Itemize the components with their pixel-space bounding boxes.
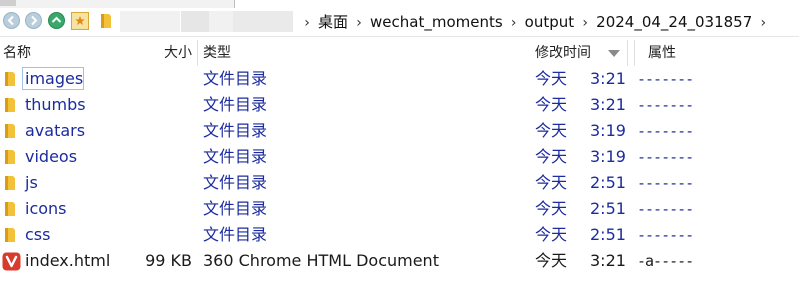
column-header-size[interactable]: 大小 xyxy=(160,38,192,68)
file-time: 3:21 xyxy=(590,251,626,270)
file-size: 99 KB xyxy=(145,251,192,270)
address-bar: › 桌面 › wechat_moments › output › 2024_04_24_031… xyxy=(0,8,799,37)
file-name[interactable]: js xyxy=(25,170,38,196)
column-divider[interactable] xyxy=(627,40,628,66)
file-name[interactable]: thumbs xyxy=(25,92,86,118)
breadcrumb: › 桌面 › wechat_moments › output › 2024_04_24_031… xyxy=(296,8,774,36)
column-header-name[interactable]: 名称 xyxy=(3,38,31,68)
file-name[interactable]: videos xyxy=(25,144,77,170)
file-attributes: ------- xyxy=(637,96,694,114)
star-icon xyxy=(75,16,85,25)
folder-icon xyxy=(4,200,16,218)
file-date: 今天 xyxy=(535,121,568,140)
list-item[interactable]: images 文件目录 今天 3:21 ------- xyxy=(0,66,799,92)
file-time: 3:19 xyxy=(590,121,626,140)
back-button[interactable] xyxy=(3,12,20,29)
breadcrumb-separator: › xyxy=(356,15,362,31)
file-attributes: ------- xyxy=(637,226,694,244)
file-name[interactable]: index.html xyxy=(25,248,110,274)
column-header-type[interactable]: 类型 xyxy=(203,38,231,68)
file-type: 文件目录 xyxy=(203,95,268,114)
breadcrumb-current-folder[interactable]: 2024_04_24_031857 xyxy=(596,13,752,31)
list-item[interactable]: videos 文件目录 今天 3:19 ------- xyxy=(0,144,799,170)
file-date: 今天 xyxy=(535,199,568,218)
file-attributes: ------- xyxy=(637,122,694,140)
html-file-icon xyxy=(2,252,21,271)
file-date: 今天 xyxy=(535,251,568,270)
file-date: 今天 xyxy=(535,147,568,166)
folder-icon xyxy=(4,122,16,140)
file-attributes: ------- xyxy=(637,70,694,88)
list-item[interactable]: js 文件目录 今天 2:51 ------- xyxy=(0,170,799,196)
redacted-path-segment xyxy=(181,11,209,32)
file-date: 今天 xyxy=(535,173,568,192)
file-attributes: ------- xyxy=(637,174,694,192)
folder-icon xyxy=(4,148,16,166)
file-time: 2:51 xyxy=(590,199,626,218)
column-header-attributes[interactable]: 属性 xyxy=(648,38,676,68)
file-time: 3:21 xyxy=(590,95,626,114)
file-time: 3:19 xyxy=(590,147,626,166)
folder-icon xyxy=(100,12,112,34)
window-edge-mark xyxy=(0,0,16,6)
breadcrumb-wechat-moments[interactable]: wechat_moments xyxy=(370,13,503,31)
folder-icon xyxy=(4,96,16,114)
file-type: 文件目录 xyxy=(203,69,268,88)
file-name[interactable]: icons xyxy=(25,196,67,222)
arrow-up-icon xyxy=(51,16,62,23)
list-item[interactable]: index.html 99 KB 360 Chrome HTML Documen… xyxy=(0,248,799,274)
breadcrumb-separator: › xyxy=(510,15,517,31)
file-attributes: ------- xyxy=(637,200,694,218)
list-item[interactable]: css 文件目录 今天 2:51 ------- xyxy=(0,222,799,248)
file-time: 2:51 xyxy=(590,173,626,192)
column-divider[interactable] xyxy=(634,40,635,66)
breadcrumb-separator: › xyxy=(582,15,588,31)
file-time: 3:21 xyxy=(590,69,626,88)
file-type: 360 Chrome HTML Document xyxy=(203,251,439,270)
file-time: 2:51 xyxy=(590,225,626,244)
file-date: 今天 xyxy=(535,95,568,114)
list-item[interactable]: avatars 文件目录 今天 3:19 ------- xyxy=(0,118,799,144)
folder-icon xyxy=(4,70,16,88)
file-type: 文件目录 xyxy=(203,225,268,244)
sort-descending-icon[interactable] xyxy=(608,50,620,57)
file-attributes: ------- xyxy=(637,148,694,166)
redacted-path-segment xyxy=(233,11,293,32)
column-header-row: 名称 大小 类型 修改时间 属性 xyxy=(0,38,799,68)
file-name[interactable]: avatars xyxy=(25,118,85,144)
file-type: 文件目录 xyxy=(203,121,268,140)
redacted-path-segment xyxy=(209,11,233,32)
folder-icon xyxy=(4,174,16,192)
file-type: 文件目录 xyxy=(203,173,268,192)
redacted-path-segment xyxy=(120,11,180,32)
list-item[interactable]: icons 文件目录 今天 2:51 ------- xyxy=(0,196,799,222)
column-divider[interactable] xyxy=(197,40,198,66)
file-type: 文件目录 xyxy=(203,199,268,218)
breadcrumb-separator: › xyxy=(304,15,310,31)
breadcrumb-output[interactable]: output xyxy=(525,13,574,31)
up-button[interactable] xyxy=(48,12,65,29)
breadcrumb-separator: › xyxy=(760,15,767,31)
favorite-folder-button[interactable] xyxy=(71,12,89,30)
folder-icon xyxy=(4,226,16,244)
file-attributes: -a----- xyxy=(637,252,694,270)
file-name[interactable]: images xyxy=(25,66,83,92)
file-name[interactable]: css xyxy=(25,222,50,248)
breadcrumb-desktop[interactable]: 桌面 xyxy=(318,13,348,31)
window-edge-divider xyxy=(234,0,235,8)
forward-button[interactable] xyxy=(25,12,42,29)
list-item[interactable]: thumbs 文件目录 今天 3:21 ------- xyxy=(0,92,799,118)
arrow-right-icon xyxy=(31,15,38,26)
arrow-left-icon xyxy=(7,15,14,26)
file-date: 今天 xyxy=(535,225,568,244)
file-list: images 文件目录 今天 3:21 ------- thumbs 文件目录 … xyxy=(0,66,799,274)
column-header-modified[interactable]: 修改时间 xyxy=(535,38,591,68)
file-date: 今天 xyxy=(535,69,568,88)
file-type: 文件目录 xyxy=(203,147,268,166)
